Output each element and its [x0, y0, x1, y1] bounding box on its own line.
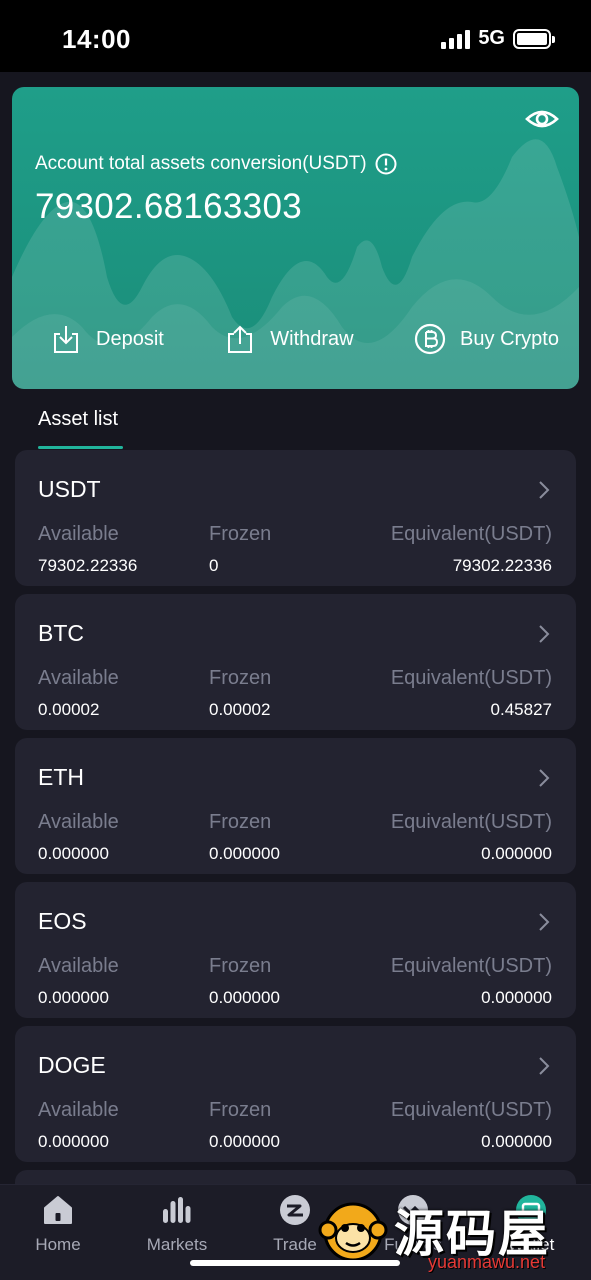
equivalent-value: 0.000000 [481, 844, 552, 863]
network-label: 5G [478, 27, 505, 49]
tab-asset-list[interactable]: Asset list [38, 408, 118, 431]
nav-markets[interactable]: Markets [127, 1193, 227, 1255]
equivalent-label: Equivalent(USDT) [390, 1099, 552, 1121]
chevron-right-icon [539, 481, 550, 499]
available-value: 0.000000 [38, 844, 109, 863]
withdraw-icon [228, 325, 253, 353]
chevron-right-icon [539, 1057, 550, 1075]
nav-home[interactable]: Home [8, 1193, 108, 1255]
equivalent-value: 0.000000 [481, 1132, 552, 1151]
deposit-button[interactable]: Deposit [50, 323, 164, 355]
asset-card-btc[interactable]: BTC Available Frozen Equivalent(USDT) 0.… [15, 594, 576, 730]
chevron-right-icon [539, 625, 550, 643]
status-time: 14:00 [62, 24, 131, 54]
frozen-value: 0.000000 [209, 988, 280, 1007]
nav-markets-label: Markets [146, 1235, 208, 1254]
asset-card-eth[interactable]: ETH Available Frozen Equivalent(USDT) 0.… [15, 738, 576, 874]
withdraw-button[interactable]: Withdraw [224, 323, 354, 355]
nav-home-label: Home [35, 1235, 81, 1254]
tab-underline [38, 446, 123, 449]
buy-crypto-button[interactable]: Buy Crypto [414, 323, 559, 355]
deposit-label: Deposit [96, 327, 164, 350]
frozen-value: 0.00002 [209, 700, 271, 719]
asset-card-doge[interactable]: DOGE Available Frozen Equivalent(USDT) 0… [15, 1026, 576, 1162]
asset-symbol: EOS [38, 908, 87, 934]
asset-symbol: BTC [38, 620, 84, 646]
account-card: Account total assets conversion(USDT) 79… [12, 87, 579, 389]
chevron-right-icon [539, 913, 550, 931]
buy-crypto-label: Buy Crypto [460, 327, 559, 350]
asset-card-eos[interactable]: EOS Available Frozen Equivalent(USDT) 0.… [15, 882, 576, 1018]
monkey-logo-icon [318, 1202, 388, 1262]
equivalent-label: Equivalent(USDT) [390, 667, 552, 689]
asset-symbol: DOGE [38, 1052, 106, 1078]
available-label: Available [38, 523, 119, 545]
equivalent-value: 0.45827 [490, 700, 552, 719]
account-total-label-text: Account total assets conversion(USDT) [35, 153, 367, 174]
account-total-label: Account total assets conversion(USDT) [35, 153, 397, 175]
available-value: 0.000000 [38, 988, 109, 1007]
bitcoin-icon [414, 323, 446, 355]
info-icon[interactable] [375, 153, 397, 175]
asset-symbol: ETH [38, 764, 84, 790]
available-label: Available [38, 955, 119, 977]
markets-icon [163, 1197, 191, 1223]
equivalent-label: Equivalent(USDT) [390, 811, 552, 833]
deposit-icon [54, 326, 78, 353]
asset-card-usdt[interactable]: USDT Available Frozen Equivalent(USDT) 7… [15, 450, 576, 586]
available-label: Available [38, 811, 119, 833]
available-label: Available [38, 667, 119, 689]
equivalent-value: 79302.22336 [452, 556, 552, 575]
equivalent-value: 0.000000 [481, 988, 552, 1007]
frozen-label: Frozen [209, 667, 272, 689]
account-actions: Deposit Withdraw Buy Crypto [12, 323, 579, 355]
trade-icon [280, 1195, 310, 1225]
status-icons: 5G [441, 27, 555, 50]
frozen-label: Frozen [209, 811, 272, 833]
frozen-value: 0 [209, 556, 219, 575]
frozen-value: 0.000000 [209, 1132, 280, 1151]
watermark-url: yuanmawu.net [428, 1252, 546, 1272]
withdraw-label: Withdraw [270, 327, 354, 350]
frozen-label: Frozen [209, 523, 272, 545]
home-indicator [190, 1260, 400, 1266]
equivalent-label: Equivalent(USDT) [390, 955, 552, 977]
battery-icon [513, 28, 555, 49]
frozen-value: 0.000000 [209, 844, 280, 863]
equivalent-label: Equivalent(USDT) [390, 523, 552, 545]
available-value: 79302.22336 [38, 556, 138, 575]
status-bar: 14:00 5G [0, 0, 591, 72]
eye-icon[interactable] [525, 105, 559, 133]
home-icon [44, 1196, 72, 1224]
frozen-label: Frozen [209, 955, 272, 977]
account-total-value: 79302.68163303 [35, 187, 302, 226]
chevron-right-icon [539, 769, 550, 787]
available-label: Available [38, 1099, 119, 1121]
frozen-label: Frozen [209, 1099, 272, 1121]
watermark: 源码屋 yuanmawu.net [318, 1196, 591, 1280]
asset-symbol: USDT [38, 476, 101, 502]
available-value: 0.000000 [38, 1132, 109, 1151]
signal-icon [441, 29, 471, 49]
available-value: 0.00002 [38, 700, 100, 719]
